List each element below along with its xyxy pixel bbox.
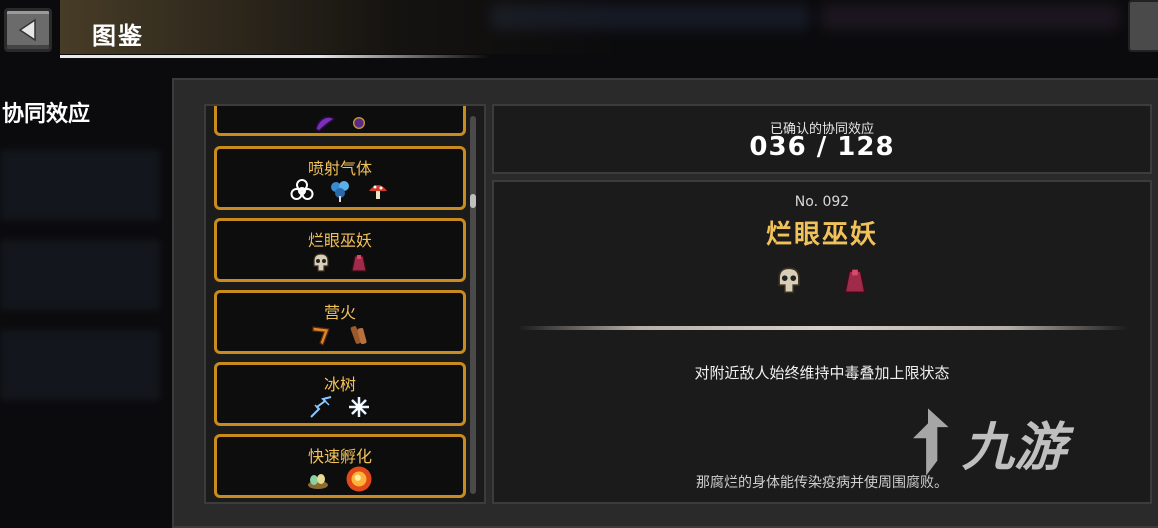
detail-name: 烂眼巫妖: [765, 220, 878, 250]
synergy-card[interactable]: 烂眼巫妖: [214, 218, 466, 282]
scrollbar-thumb[interactable]: [470, 194, 476, 208]
counter-value: 036 / 128: [749, 132, 895, 162]
title-glow: [60, 0, 620, 54]
corner-button[interactable]: [1128, 0, 1158, 52]
firewood-icon: [350, 326, 367, 345]
synergy-card[interactable]: 冰树: [214, 362, 466, 426]
detail-number: No. 092: [794, 194, 850, 210]
synergy-card-name: 营火: [323, 303, 356, 322]
skull-icon: [778, 267, 800, 294]
synergy-card-name: 冰树: [323, 375, 356, 394]
synergy-card-name: 喷射气体: [307, 159, 372, 178]
detail-effect: 对附近敌人始终维持中毒叠加上限状态: [694, 364, 950, 382]
synergy-card[interactable]: 快速孵化: [214, 434, 466, 498]
sidebar-ghost: [0, 240, 160, 310]
purple-orb-icon: [353, 117, 365, 129]
page-title: 图鉴: [92, 22, 144, 50]
blue-mushroom-cluster-icon: [331, 181, 349, 202]
red-cloak-icon: [351, 255, 367, 272]
back-arrow-icon: [18, 18, 36, 42]
detail-icons: [494, 264, 1150, 298]
detail-divider: [518, 326, 1128, 330]
back-button[interactable]: [4, 8, 52, 52]
section-label: 协同效应: [2, 102, 91, 127]
synergy-card[interactable]: 喷射气体: [214, 146, 466, 210]
synergy-list[interactable]: 喷射气体 烂眼巫妖 营火 冰树 快速孵化: [204, 104, 486, 504]
watermark-text: 九游: [962, 417, 1067, 478]
sidebar-ghost: [0, 150, 160, 220]
red-cloak-icon: [844, 269, 866, 294]
top-bar: 图鉴: [0, 0, 1158, 62]
sidebar-ghost: [0, 330, 160, 400]
list-scrollbar[interactable]: [470, 116, 476, 494]
skull-icon: [313, 253, 329, 272]
red-mushroom-icon: [369, 185, 387, 199]
synergy-card[interactable]: 营火: [214, 290, 466, 354]
synergy-card[interactable]: [214, 106, 466, 136]
synergy-card-name: 烂眼巫妖: [307, 231, 372, 250]
biohazard-icon: [290, 179, 314, 200]
watermark: 九游: [900, 392, 1130, 492]
boomerang-icon: [312, 326, 330, 346]
synergy-counter: 已确认的协同效应 036 / 128: [492, 104, 1152, 174]
title-underline: [60, 55, 490, 58]
snowflake-icon: [349, 397, 369, 417]
purple-slug-icon: [315, 116, 336, 132]
lightning-branch-icon: [310, 396, 332, 418]
synergy-card-name: 快速孵化: [307, 447, 372, 466]
watermark-logo-icon: [913, 408, 949, 476]
eggs-nest-icon: [308, 474, 328, 489]
fire-orb-icon: [346, 466, 372, 492]
